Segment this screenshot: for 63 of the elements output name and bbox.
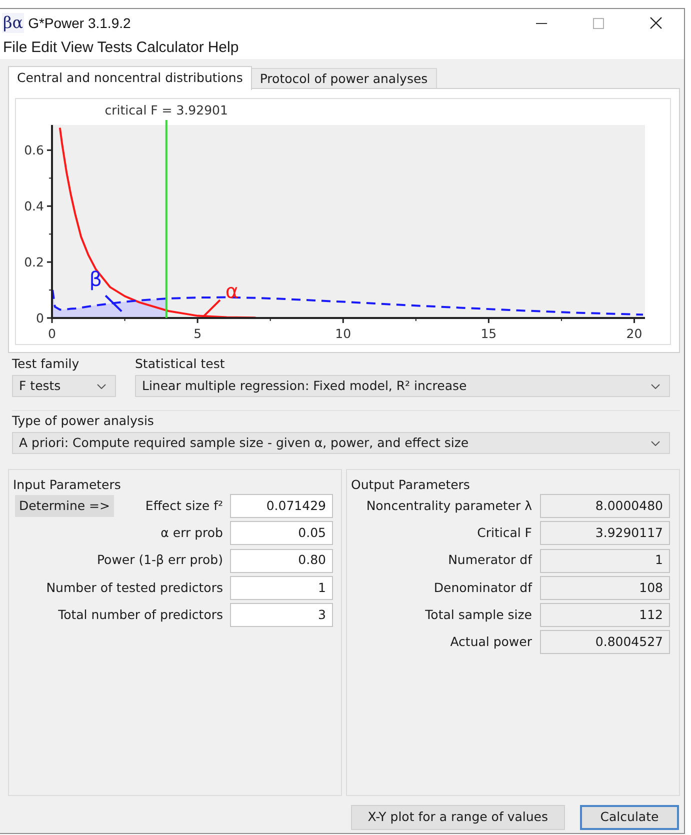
axis-tick-label: 0 <box>36 310 44 326</box>
menu-item[interactable]: View <box>59 37 96 59</box>
annotation-label: β <box>89 266 102 291</box>
axis-tick-label: 5 <box>194 326 202 341</box>
field-label: Critical F <box>476 524 532 542</box>
axis-tick-label: 0.4 <box>24 198 44 214</box>
input-field[interactable]: 3 <box>230 603 333 628</box>
field-label: Noncentrality parameter λ <box>365 496 532 515</box>
action-button[interactable]: Calculate <box>580 805 679 830</box>
critical-value-label: critical F = 3.92901 <box>104 102 228 118</box>
field-label: Power (1-β err prob) <box>96 551 223 570</box>
output-field: 0.8004527 <box>540 630 670 654</box>
field-label: Denominator df <box>432 578 532 597</box>
field-label: Test family <box>12 357 80 371</box>
field-label: Numerator df <box>447 551 532 570</box>
menu-item[interactable]: File <box>1 37 30 59</box>
annotation-label: α <box>225 279 238 304</box>
output-field: 3.9290117 <box>540 521 670 546</box>
determine-button[interactable]: Determine => <box>15 495 114 517</box>
output-field: 8.0000480 <box>540 494 670 518</box>
app-logo: βα <box>2 13 24 33</box>
maximize-icon <box>593 18 604 28</box>
input-field[interactable]: 0.05 <box>230 521 333 546</box>
output-field: 112 <box>540 603 670 628</box>
output-field: 108 <box>540 576 670 600</box>
close-icon <box>650 17 662 29</box>
menu-item[interactable]: Calculator <box>134 37 206 59</box>
section-title: Output Parameters <box>350 478 471 492</box>
minimize-icon <box>536 22 547 24</box>
input-field[interactable]: 1 <box>230 576 333 600</box>
tab[interactable]: Protocol of power analyses <box>252 68 437 89</box>
chevron-icon <box>97 384 106 388</box>
leader-line <box>104 294 122 312</box>
field-label: Actual power <box>449 633 532 652</box>
field-label: α err prob <box>160 524 223 542</box>
field-label: Number of tested predictors <box>46 578 223 597</box>
axis-tick-label: 0 <box>48 326 56 341</box>
axis-tick-label: 0.6 <box>24 142 44 158</box>
field-label: Statistical test <box>135 357 226 371</box>
section-title: Input Parameters <box>12 478 122 492</box>
field-label: Type of power analysis <box>12 414 155 428</box>
tab[interactable]: Central and noncentral distributions <box>8 66 252 90</box>
action-button[interactable]: X-Y plot for a range of values <box>350 805 565 830</box>
field-label: Total number of predictors <box>58 606 223 624</box>
field-label: Total sample size <box>424 606 532 624</box>
axis-tick-label: 15 <box>480 326 497 341</box>
output-field: 1 <box>540 548 670 573</box>
leader-line <box>202 299 221 318</box>
dropdown[interactable]: A priori: Compute required sample size - given α, power, and effect size <box>12 432 670 454</box>
window-title: G*Power 3.1.9.2 <box>28 14 131 32</box>
field-label: Effect size f² <box>145 496 223 515</box>
menu-item[interactable]: Tests <box>95 37 134 59</box>
axis-tick-label: 0.2 <box>24 254 44 270</box>
input-field[interactable]: 0.80 <box>230 548 333 573</box>
axis-tick-label: 10 <box>335 326 352 341</box>
menu-item[interactable]: Edit <box>29 37 60 59</box>
menu-item[interactable]: Help <box>206 37 241 59</box>
axis-tick-label: 20 <box>626 326 642 341</box>
dropdown[interactable]: Linear multiple regression: Fixed model, R² increase <box>135 375 670 397</box>
chevron-icon <box>651 440 660 446</box>
input-field[interactable]: 0.071429 <box>230 494 333 518</box>
dropdown[interactable]: F tests <box>12 375 116 397</box>
chevron-icon <box>651 384 660 388</box>
